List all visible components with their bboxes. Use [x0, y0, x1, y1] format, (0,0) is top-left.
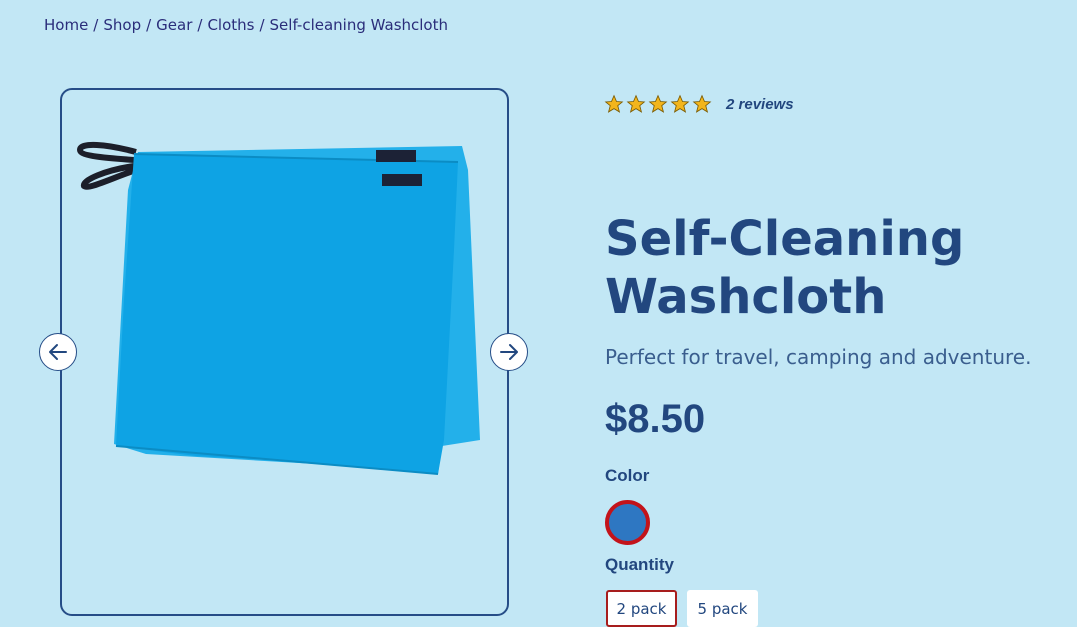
color-label: Color — [605, 466, 650, 485]
product-title: Self-Cleaning Washcloth — [605, 210, 1045, 326]
breadcrumb-separator: / — [197, 16, 203, 34]
breadcrumb-separator: / — [93, 16, 99, 34]
star-rating — [604, 94, 712, 114]
breadcrumb-separator: / — [146, 16, 152, 34]
product-image — [76, 141, 480, 475]
product-price: $8.50 — [605, 397, 706, 441]
breadcrumb-separator: / — [259, 16, 265, 34]
product-subtitle: Perfect for travel, camping and adventur… — [605, 345, 1032, 369]
product-title-line-2: Washcloth — [605, 269, 887, 325]
star-icon — [648, 94, 668, 113]
product-rating: 2 reviews — [604, 94, 794, 114]
next-image-button[interactable] — [490, 333, 528, 371]
arrow-right-icon — [500, 344, 518, 360]
breadcrumb: Home / Shop / Gear / Cloths / Self-cleaning Wash… — [44, 16, 448, 34]
arrow-left-icon — [49, 344, 67, 360]
breadcrumb-cloths[interactable]: Cloths — [207, 16, 254, 34]
star-icon — [692, 94, 712, 113]
reviews-link[interactable]: 2 reviews — [726, 96, 794, 113]
quantity-option-2-pack[interactable]: 2 pack — [606, 590, 677, 627]
star-icon — [604, 94, 624, 113]
star-icon — [626, 94, 646, 113]
color-swatch-blue[interactable] — [605, 500, 650, 545]
breadcrumb-shop[interactable]: Shop — [103, 16, 141, 34]
quantity-label: Quantity — [605, 555, 674, 574]
previous-image-button[interactable] — [39, 333, 77, 371]
product-title-line-1: Self-Cleaning — [605, 211, 965, 267]
star-icon — [670, 94, 690, 113]
quantity-option-5-pack[interactable]: 5 pack — [687, 590, 758, 627]
breadcrumb-current[interactable]: Self-cleaning Washcloth — [270, 16, 448, 34]
breadcrumb-gear[interactable]: Gear — [156, 16, 192, 34]
breadcrumb-home[interactable]: Home — [44, 16, 88, 34]
